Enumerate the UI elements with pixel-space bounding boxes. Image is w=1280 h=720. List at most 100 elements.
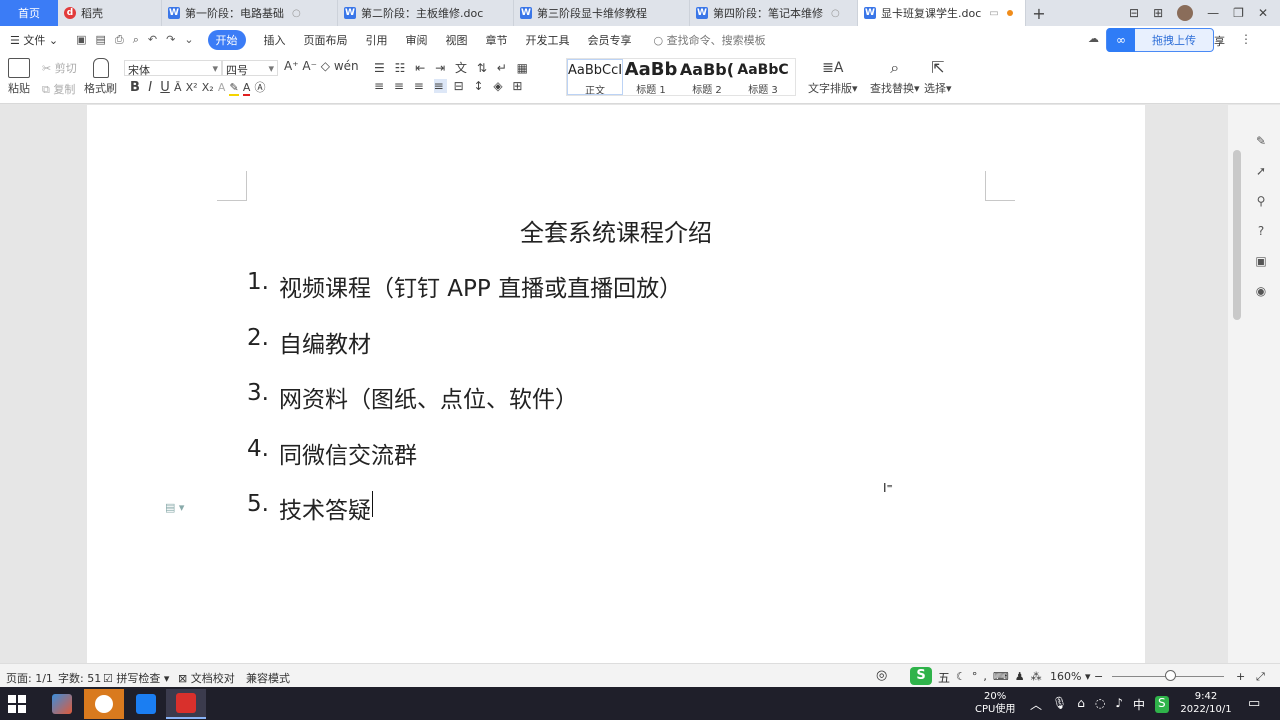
spellcheck-button[interactable]: ☑ 拼写检查 ▾ (103, 670, 169, 686)
tab-doc-4[interactable]: W 第四阶段：笔记本维修 ○ (690, 0, 858, 26)
taskbar-cloud-app[interactable] (84, 689, 124, 719)
proofread-button[interactable]: ⊠ 文档校对 (178, 670, 235, 686)
bullet-list-icon[interactable]: ☰ (374, 61, 388, 75)
tab-doc-3[interactable]: W 第三阶段显卡维修教程 (514, 0, 690, 26)
sogou-tray-icon[interactable]: S (1155, 696, 1169, 713)
minimize-icon[interactable]: — (1207, 6, 1219, 20)
italic-button[interactable]: I (148, 80, 152, 95)
list-item[interactable]: 5. 技术答疑 (247, 491, 373, 525)
menu-tab-review[interactable]: 审阅 (406, 32, 428, 48)
align-right-icon[interactable]: ≡ (414, 79, 427, 93)
vertical-scrollbar[interactable] (1233, 150, 1241, 320)
undo-icon[interactable]: ↶ (148, 33, 157, 47)
decrease-indent-icon[interactable]: ⇤ (415, 61, 428, 75)
chevron-down-icon[interactable]: ⌄ (184, 33, 193, 47)
borders-icon[interactable]: ⊞ (512, 79, 525, 93)
microphone-icon[interactable]: 🎙︎ (1052, 696, 1067, 713)
ime-language[interactable]: 中 (1133, 696, 1145, 713)
close-icon[interactable]: ○ (292, 8, 301, 19)
style-heading-3[interactable]: AaBbC 标题 3 (735, 59, 791, 95)
restore-icon[interactable]: ❐ (1233, 6, 1244, 20)
bold-button[interactable]: B (130, 80, 140, 95)
list-item[interactable]: 2. 自编教材 (247, 325, 371, 359)
tab-active-doc[interactable]: W 显卡班复课学生.doc ▭ (858, 0, 1026, 26)
style-normal[interactable]: AaBbCcI 正文 (567, 59, 623, 95)
tab-doc-1[interactable]: W 第一阶段：电路基础 ○ (162, 0, 338, 26)
close-window-icon[interactable]: ✕ (1258, 6, 1268, 20)
person-icon[interactable]: ♟ (1015, 670, 1031, 683)
notification-icon[interactable]: ▭ (1248, 696, 1260, 711)
save-icon[interactable]: ▣ (76, 33, 86, 47)
document-title[interactable]: 全套系统课程介绍 (87, 213, 1145, 248)
menu-tab-chapter[interactable]: 章节 (486, 32, 508, 48)
zoom-slider-thumb[interactable] (1164, 670, 1176, 681)
apps-grid-icon[interactable]: ⊞ (1153, 6, 1163, 20)
sort-icon[interactable]: ⇅ (477, 61, 490, 75)
phonetic-icon[interactable]: wén (334, 59, 359, 73)
subscript-icon[interactable]: X₂ (202, 81, 214, 94)
shrink-font-icon[interactable]: A⁻ (302, 59, 317, 73)
menu-tab-insert[interactable]: 插入 (264, 32, 286, 48)
image-icon[interactable]: ▣ (1254, 254, 1268, 268)
tab-home[interactable]: 首页 (0, 0, 58, 26)
tab-doc-2[interactable]: W 第二阶段：主板维修.doc (338, 0, 514, 26)
keyboard-icon[interactable]: ⌨ (993, 670, 1015, 683)
ime-mode[interactable]: 五 (938, 669, 950, 686)
align-center-icon[interactable]: ≡ (394, 79, 407, 93)
avatar[interactable] (1177, 5, 1194, 21)
menu-tab-view[interactable]: 视图 (446, 32, 468, 48)
menu-tab-developer[interactable]: 开发工具 (526, 32, 570, 48)
select-button[interactable]: ⇱ 选择▾ (924, 58, 952, 96)
print-icon[interactable]: ⎙ (115, 33, 124, 47)
zoom-out-button[interactable]: − (1094, 670, 1103, 683)
windows-start-icon[interactable] (8, 695, 26, 713)
list-item[interactable]: 3. 网资料（图纸、点位、软件） (247, 380, 578, 414)
settings-sliders-icon[interactable]: ⚲ (1254, 194, 1268, 208)
more-icon[interactable]: ⋮ (1240, 32, 1252, 46)
edit-pen-icon[interactable]: ✎ (1254, 134, 1268, 148)
word-count[interactable]: 字数: 51 (58, 670, 101, 686)
font-size-select[interactable]: 四号 ▾ (222, 60, 278, 77)
close-icon[interactable]: ○ (831, 8, 840, 19)
style-heading-1[interactable]: AaBb 标题 1 (623, 59, 679, 95)
chevron-up-icon[interactable]: ︿ (1030, 696, 1042, 713)
drag-upload-button[interactable]: ∞ 拖拽上传 (1106, 28, 1214, 52)
document-page[interactable]: 全套系统课程介绍 1. 视频课程（钉钉 APP 直播或直播回放） 2. 自编教材… (87, 105, 1145, 663)
chinese-layout-icon[interactable]: 文 (455, 61, 470, 75)
copy-button[interactable]: ⧉ 复制 (42, 81, 75, 97)
tab-daoke[interactable]: d 稻壳 (58, 0, 162, 26)
strikethrough-icon[interactable]: Ā (174, 81, 182, 94)
char-border-icon[interactable]: Ⓐ (255, 81, 266, 94)
list-item[interactable]: 4. 同微信交流群 (247, 436, 417, 470)
underline-button[interactable]: U (160, 80, 170, 95)
wifi-icon[interactable]: ◌ (1095, 696, 1105, 713)
format-painter-button[interactable]: 格式刷 (84, 58, 117, 96)
location-icon[interactable]: ◉ (1254, 284, 1268, 298)
menu-tab-layout[interactable]: 页面布局 (304, 32, 348, 48)
zoom-in-button[interactable]: + (1236, 670, 1245, 683)
text-effect-icon[interactable]: A (218, 81, 226, 94)
eye-protection-icon[interactable]: ◎ (876, 668, 887, 683)
distribute-icon[interactable]: ⊟ (454, 79, 467, 93)
shading-icon[interactable]: ◈ (493, 79, 505, 93)
align-left-icon[interactable]: ≡ (374, 79, 387, 93)
style-heading-2[interactable]: AaBb( 标题 2 (679, 59, 735, 95)
menu-file[interactable]: ☰ 文件 ⌄ (10, 32, 58, 48)
cpu-usage[interactable]: 20% CPU使用 (975, 690, 1015, 716)
taskbar-photo-app[interactable] (42, 689, 82, 719)
print-preview-icon[interactable]: ⌕ (133, 33, 139, 47)
menu-tab-home[interactable]: 开始 (207, 30, 246, 50)
taskbar-wps-app[interactable] (166, 689, 206, 719)
line-spacing-icon[interactable]: ↕ (473, 79, 486, 93)
paste-button[interactable]: 粘贴 (8, 58, 30, 96)
taskbar-feishu-app[interactable] (126, 689, 166, 719)
text-layout-button[interactable]: ≣A 文字排版▾ (808, 58, 858, 96)
superscript-icon[interactable]: X² (186, 81, 198, 94)
system-clock[interactable]: 9:42 2022/10/1 (1178, 690, 1234, 716)
volume-icon[interactable]: ♪ (1115, 696, 1123, 713)
highlight-icon[interactable]: ✎ (229, 81, 239, 96)
close-icon[interactable]: ▭ (989, 8, 998, 19)
show-marks-icon[interactable]: ↵ (497, 61, 510, 75)
export-pdf-icon[interactable]: ▤ (95, 33, 105, 47)
network-icon[interactable]: ⌂ (1077, 696, 1085, 713)
